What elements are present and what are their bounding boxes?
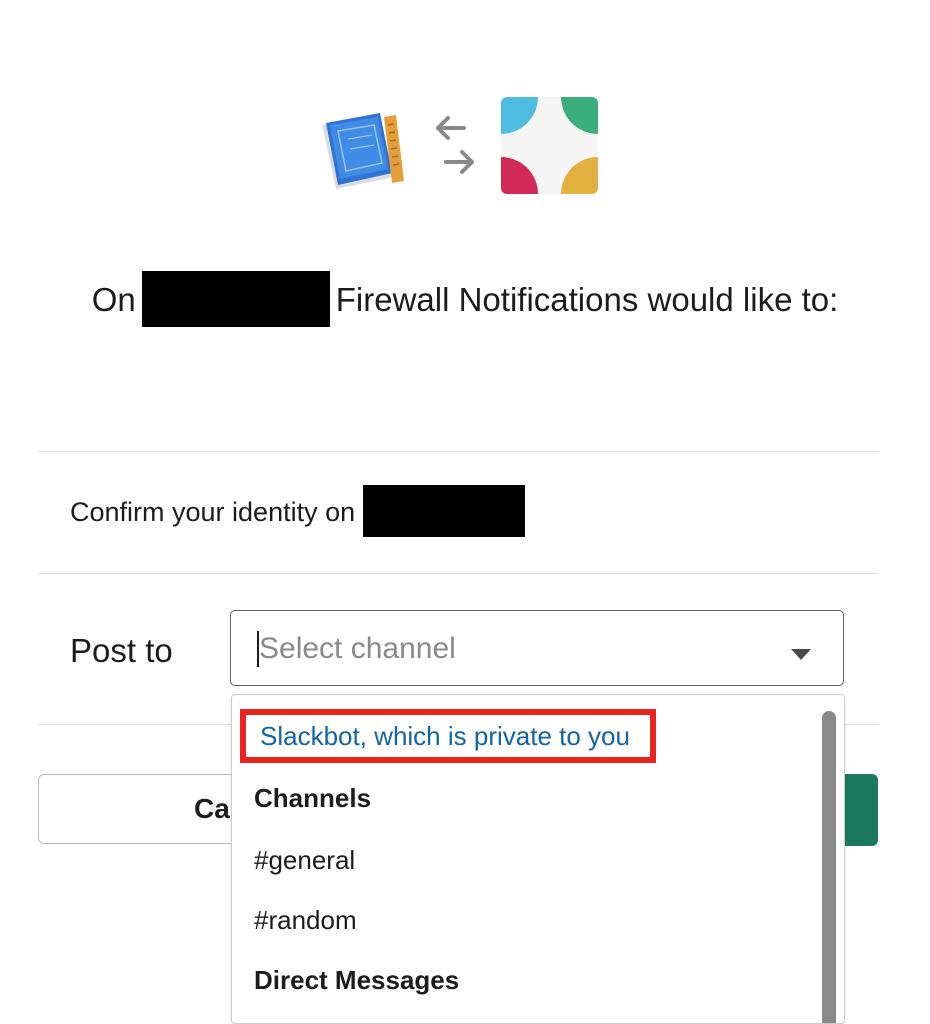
chevron-down-icon[interactable] xyxy=(791,649,811,660)
divider xyxy=(38,451,878,452)
exchange-arrows-icon xyxy=(430,112,480,178)
cancel-button-label: Ca xyxy=(194,793,230,824)
permission-label: Confirm your identity on xyxy=(70,497,356,527)
slack-logo-icon xyxy=(501,97,598,194)
dropdown-option-random[interactable]: #random xyxy=(254,905,357,936)
channel-dropdown[interactable]: Slackbot, which is private to you Channe… xyxy=(231,694,845,1024)
heading-prefix: On xyxy=(91,281,136,318)
channel-select[interactable]: Select channel xyxy=(230,610,844,686)
post-to-label: Post to xyxy=(70,632,173,669)
dropdown-group-direct-messages: Direct Messages xyxy=(254,965,460,995)
redacted-workspace-name xyxy=(362,484,525,537)
blueprint-app-icon xyxy=(318,113,414,191)
dropdown-scrollbar[interactable] xyxy=(822,711,836,1023)
permission-confirm-identity: Confirm your identity on xyxy=(70,484,525,540)
redacted-workspace-name xyxy=(141,271,330,328)
dropdown-option-general[interactable]: #general xyxy=(254,845,355,876)
authorization-heading: On Firewall Notifications would like to: xyxy=(60,271,870,330)
channel-select-placeholder: Select channel xyxy=(259,632,456,665)
dropdown-group-channels: Channels xyxy=(254,783,372,813)
heading-suffix: Firewall Notifications would like to: xyxy=(335,281,839,318)
dropdown-option-slackbot[interactable]: Slackbot, which is private to you xyxy=(240,709,656,763)
divider xyxy=(38,573,878,574)
